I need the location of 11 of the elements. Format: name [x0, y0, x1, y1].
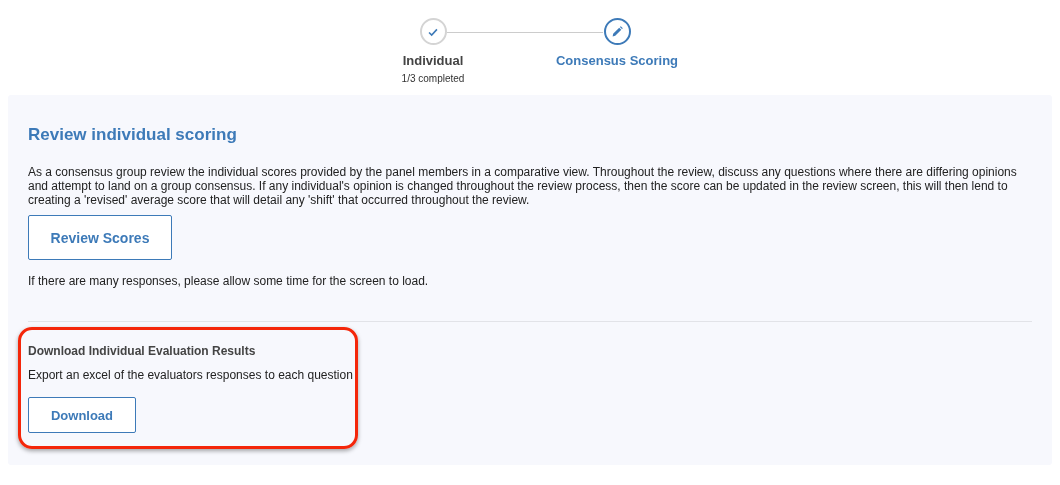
- download-description: Export an excel of the evaluators responses to each question: [28, 368, 354, 382]
- pencil-icon: [610, 24, 624, 39]
- loading-note: If there are many responses, please allow some time for the screen to load.: [28, 274, 430, 288]
- review-scores-button[interactable]: Review Scores: [28, 215, 172, 260]
- step-label: Individual: [402, 53, 464, 68]
- download-title: Download Individual Evaluation Results: [28, 344, 257, 358]
- section-description: As a consensus group review the individual scores provided by the panel members in a comparative view. Throughout the review, discuss any questions where there are differing opinions and attempt to land on a group consensus. If any individual's opinion is changed throughout the review process, then the score can be updated in the review screen, this will then lend to creating a 'revised' average score that will detail any 'shift' that occurred throughout the review.: [28, 165, 1018, 207]
- section-title: Review individual scoring: [28, 125, 238, 145]
- download-button[interactable]: Download: [28, 397, 136, 433]
- step-label: Consensus Scoring: [555, 53, 679, 68]
- step-indicator[interactable]: [603, 18, 631, 45]
